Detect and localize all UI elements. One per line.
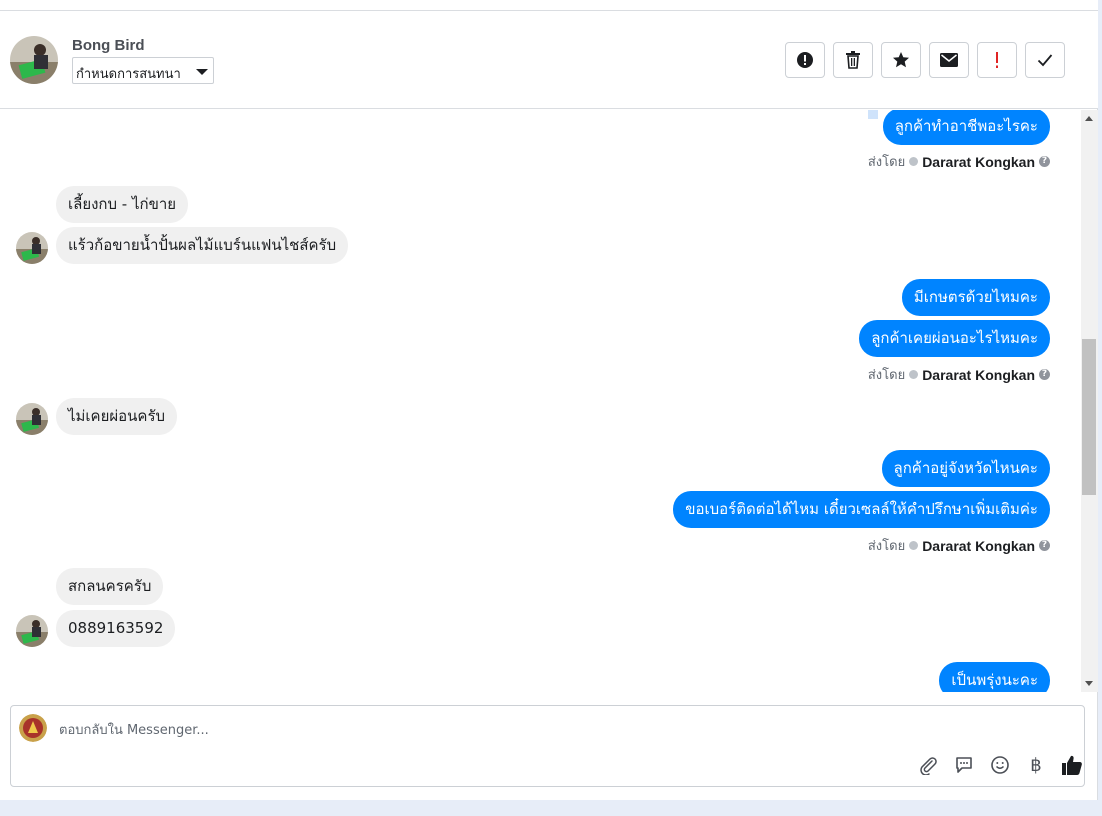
- help-icon[interactable]: ?: [1039, 156, 1050, 167]
- top-strip: [0, 0, 1098, 11]
- star-button[interactable]: [881, 42, 921, 78]
- conversation-panel: Bong Bird กำหนดการสนทนา ลูกค้าทำอาชีพอะไ…: [0, 0, 1098, 800]
- star-icon: [893, 52, 909, 68]
- smiley-icon[interactable]: [988, 753, 1012, 777]
- agent-name[interactable]: Dararat Kongkan: [922, 154, 1035, 170]
- assign-conversation-dropdown[interactable]: กำหนดการสนทนา: [72, 57, 214, 84]
- sent-by-line: ส่งโดย Dararat Kongkan ?: [868, 535, 1050, 556]
- incoming-message[interactable]: 0889163592: [56, 610, 176, 647]
- check-circle-icon: [909, 370, 919, 379]
- incoming-message[interactable]: แร้วก้อขายน้ำปั้นผลไม้แบร์นแฟนไชส์ครับ: [56, 227, 349, 264]
- paperclip-icon[interactable]: [916, 753, 940, 777]
- scroll-thumb[interactable]: [1082, 339, 1096, 495]
- follow-up-button[interactable]: [977, 42, 1017, 78]
- mark-unread-button[interactable]: [929, 42, 969, 78]
- contact-avatar-small[interactable]: [16, 403, 48, 435]
- contact-avatar-small[interactable]: [16, 232, 48, 264]
- contact-avatar[interactable]: [10, 36, 58, 84]
- mark-done-button[interactable]: [1025, 42, 1065, 78]
- help-icon[interactable]: ?: [1039, 369, 1050, 380]
- delete-button[interactable]: [833, 42, 873, 78]
- chat-bubble-icon[interactable]: [952, 753, 976, 777]
- sent-by-prefix: ส่งโดย: [867, 155, 906, 170]
- outgoing-message[interactable]: ลูกค้าทำอาชีพอะไรคะ: [882, 110, 1050, 145]
- caret-down-icon: [196, 69, 208, 75]
- message-list[interactable]: ลูกค้าทำอาชีพอะไรคะ ส่งโดย Dararat Kongk…: [0, 110, 1080, 692]
- incoming-message[interactable]: เลี้ยงกบ - ไก่ขาย: [56, 186, 189, 223]
- thumbs-up-icon[interactable]: [1060, 753, 1084, 777]
- scroll-up-arrow-icon[interactable]: [1085, 116, 1093, 121]
- reply-input[interactable]: [59, 720, 759, 740]
- agent-name[interactable]: Dararat Kongkan: [922, 538, 1035, 554]
- sent-by-prefix: ส่งโดย: [867, 539, 906, 554]
- agent-name[interactable]: Dararat Kongkan: [922, 367, 1035, 383]
- sent-by-line: ส่งโดย Dararat Kongkan ?: [868, 151, 1050, 172]
- trash-icon: [846, 51, 860, 69]
- outgoing-message[interactable]: ขอเบอร์ติดต่อได้ไหม เดี๋ยวเซลล์ให้คำปรึก…: [673, 491, 1050, 528]
- outgoing-message[interactable]: เป็นพรุ่งนะคะ: [939, 662, 1050, 692]
- sent-by-prefix: ส่งโดย: [867, 368, 906, 383]
- help-icon[interactable]: ?: [1039, 540, 1050, 551]
- conversation-header: Bong Bird กำหนดการสนทนา: [0, 11, 1098, 109]
- checkmark-icon: [1037, 54, 1053, 67]
- assign-conversation-label: กำหนดการสนทนา: [76, 67, 181, 82]
- page-avatar: [19, 714, 47, 742]
- sent-by-line: ส่งโดย Dararat Kongkan ?: [868, 364, 1050, 385]
- envelope-icon: [940, 53, 958, 67]
- exclamation-icon: [996, 52, 998, 68]
- outgoing-message[interactable]: ลูกค้าอยู่จังหวัดไหนคะ: [881, 450, 1050, 487]
- contact-name[interactable]: Bong Bird: [72, 37, 145, 54]
- incoming-message[interactable]: สกลนครครับ: [56, 568, 164, 605]
- message-list-scrollbar[interactable]: [1081, 110, 1098, 692]
- outgoing-message[interactable]: มีเกษตรด้วยไหมคะ: [901, 279, 1050, 316]
- scroll-down-arrow-icon[interactable]: [1085, 681, 1093, 686]
- incoming-message[interactable]: ไม่เคยผ่อนครับ: [56, 398, 178, 435]
- baht-icon[interactable]: ฿: [1024, 753, 1048, 777]
- outgoing-message[interactable]: ลูกค้าเคยผ่อนอะไรไหมคะ: [859, 320, 1050, 357]
- report-spam-button[interactable]: [785, 42, 825, 78]
- contact-avatar-small[interactable]: [16, 615, 48, 647]
- check-circle-icon: [909, 157, 919, 166]
- check-circle-icon: [909, 541, 919, 550]
- reply-composer: ฿: [10, 705, 1085, 787]
- highlight-marker: [868, 110, 878, 119]
- alert-circle-icon: [797, 52, 813, 68]
